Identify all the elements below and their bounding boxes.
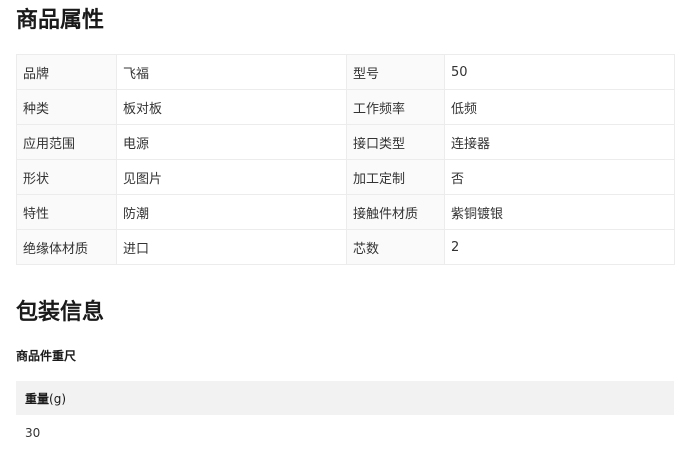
attr-value: 板对板 [116,89,347,125]
attr-key: 工作频率 [346,89,445,125]
table-header-row: 重量(g) [16,381,674,415]
product-attributes-table: 品牌 飞福 型号 50 种类 板对板 工作频率 低频 应用范围 电源 接口类型 … [16,54,675,265]
weight-header-unit: (g) [49,391,66,406]
attr-key: 芯数 [346,229,445,265]
table-row: 绝缘体材质 进口 芯数 2 [16,229,675,265]
section-title-packaging-info: 包装信息 [16,300,105,325]
attr-value: 见图片 [116,159,347,195]
attr-key: 接触件材质 [346,194,445,230]
section-title-product-attributes: 商品属性 [16,8,105,33]
attr-key: 特性 [16,194,117,230]
attr-value: 飞福 [116,54,347,90]
attr-key: 形状 [16,159,117,195]
attr-key: 型号 [346,54,445,90]
subsection-title-weight-dimensions: 商品件重尺 [16,349,77,363]
weight-value: 30 [16,415,674,451]
attr-value: 否 [444,159,675,195]
attr-value: 50 [444,54,675,90]
attr-value: 连接器 [444,124,675,160]
attr-value: 进口 [116,229,347,265]
table-row: 30 [16,415,674,451]
attr-value: 低频 [444,89,675,125]
attr-value: 紫铜镀银 [444,194,675,230]
weight-table: 重量(g) 30 [16,381,674,451]
attr-key: 绝缘体材质 [16,229,117,265]
table-row: 品牌 飞福 型号 50 [16,54,675,90]
weight-header-label: 重量 [25,391,50,406]
attr-key: 接口类型 [346,124,445,160]
attr-key: 品牌 [16,54,117,90]
table-row: 形状 见图片 加工定制 否 [16,159,675,195]
table-row: 特性 防潮 接触件材质 紫铜镀银 [16,194,675,230]
attr-value: 防潮 [116,194,347,230]
attr-key: 种类 [16,89,117,125]
weight-column-header: 重量(g) [16,381,674,415]
attr-value: 2 [444,229,675,265]
attr-key: 加工定制 [346,159,445,195]
table-row: 种类 板对板 工作频率 低频 [16,89,675,125]
table-row: 应用范围 电源 接口类型 连接器 [16,124,675,160]
attr-key: 应用范围 [16,124,117,160]
attr-value: 电源 [116,124,347,160]
